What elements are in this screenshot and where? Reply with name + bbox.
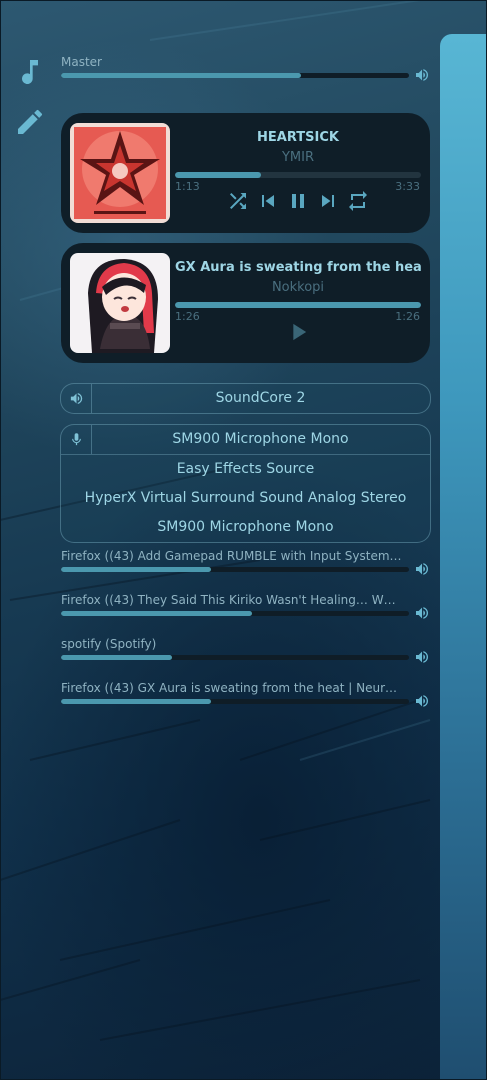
track-title: HEARTSICK xyxy=(257,130,339,145)
stream-volume-slider[interactable] xyxy=(61,699,409,704)
speaker-icon[interactable] xyxy=(414,67,430,83)
pause-icon[interactable] xyxy=(286,189,310,213)
input-device-item[interactable]: SM900 Microphone Mono xyxy=(61,425,430,454)
slider-fill xyxy=(61,611,253,616)
seek-fill xyxy=(175,302,421,308)
app-stream: Firefox ((43) They Said This Kiriko Wasn… xyxy=(61,593,431,619)
album-art xyxy=(70,123,170,223)
speaker-icon[interactable] xyxy=(414,649,430,665)
stream-volume-slider[interactable] xyxy=(61,567,409,572)
seek-bar[interactable] xyxy=(175,302,421,308)
seek-bar[interactable] xyxy=(175,172,421,178)
music-note-icon[interactable] xyxy=(14,56,46,88)
album-art xyxy=(70,253,170,353)
input-device-item[interactable]: Easy Effects Source xyxy=(61,454,430,484)
stream-label: Firefox ((43) They Said This Kiriko Wasn… xyxy=(61,593,396,607)
speaker-icon[interactable] xyxy=(414,693,430,709)
slider-fill xyxy=(61,699,211,704)
input-icon-cell xyxy=(61,425,92,454)
playback-controls xyxy=(175,318,421,346)
input-device-item[interactable]: SM900 Microphone Mono xyxy=(61,513,430,542)
master-label: Master xyxy=(61,55,102,69)
stream-label: Firefox ((43) GX Aura is sweating from t… xyxy=(61,681,398,695)
seek-fill xyxy=(175,172,262,178)
skip-next-icon[interactable] xyxy=(316,189,340,213)
output-device-selector[interactable]: SoundCore 2 xyxy=(60,383,431,414)
master-volume: Master xyxy=(61,55,431,81)
skip-previous-icon[interactable] xyxy=(256,189,280,213)
stream-volume-slider[interactable] xyxy=(61,655,409,660)
shuffle-icon[interactable] xyxy=(226,189,250,213)
playback-controls xyxy=(175,189,421,213)
stream-label: spotify (Spotify) xyxy=(61,637,157,651)
output-device-name[interactable]: SoundCore 2 xyxy=(61,384,430,413)
slider-fill xyxy=(61,73,302,78)
stream-volume-slider[interactable] xyxy=(61,611,409,616)
track-artist: Nokkopi xyxy=(271,280,325,295)
adjacent-window-edge xyxy=(440,34,487,1080)
slider-fill xyxy=(61,655,173,660)
track-artist: YMIR xyxy=(281,150,315,165)
input-device-item[interactable]: HyperX Virtual Surround Sound Analog Ste… xyxy=(61,484,430,513)
master-volume-slider[interactable] xyxy=(61,73,409,78)
media-player-card: GX Aura is sweating from the heat | ... … xyxy=(61,243,430,363)
play-icon[interactable] xyxy=(284,318,312,346)
app-stream: Firefox ((43) GX Aura is sweating from t… xyxy=(61,681,431,707)
pencil-icon[interactable] xyxy=(14,106,46,138)
input-device-list: SM900 Microphone Mono Easy Effects Sourc… xyxy=(60,424,431,543)
stream-label: Firefox ((43) Add Gamepad RUMBLE with In… xyxy=(61,549,402,563)
output-icon-cell xyxy=(61,384,92,413)
slider-fill xyxy=(61,567,211,572)
repeat-icon[interactable] xyxy=(346,189,370,213)
app-stream: spotify (Spotify) xyxy=(61,637,431,663)
speaker-icon[interactable] xyxy=(414,561,430,577)
speaker-icon xyxy=(70,393,83,404)
microphone-icon xyxy=(72,433,81,446)
app-stream: Firefox ((43) Add Gamepad RUMBLE with In… xyxy=(61,549,431,575)
track-title: GX Aura is sweating from the heat | ... xyxy=(175,260,421,275)
media-player-card: HEARTSICK YMIR 1:13 3:33 xyxy=(61,113,430,233)
speaker-icon[interactable] xyxy=(414,605,430,621)
